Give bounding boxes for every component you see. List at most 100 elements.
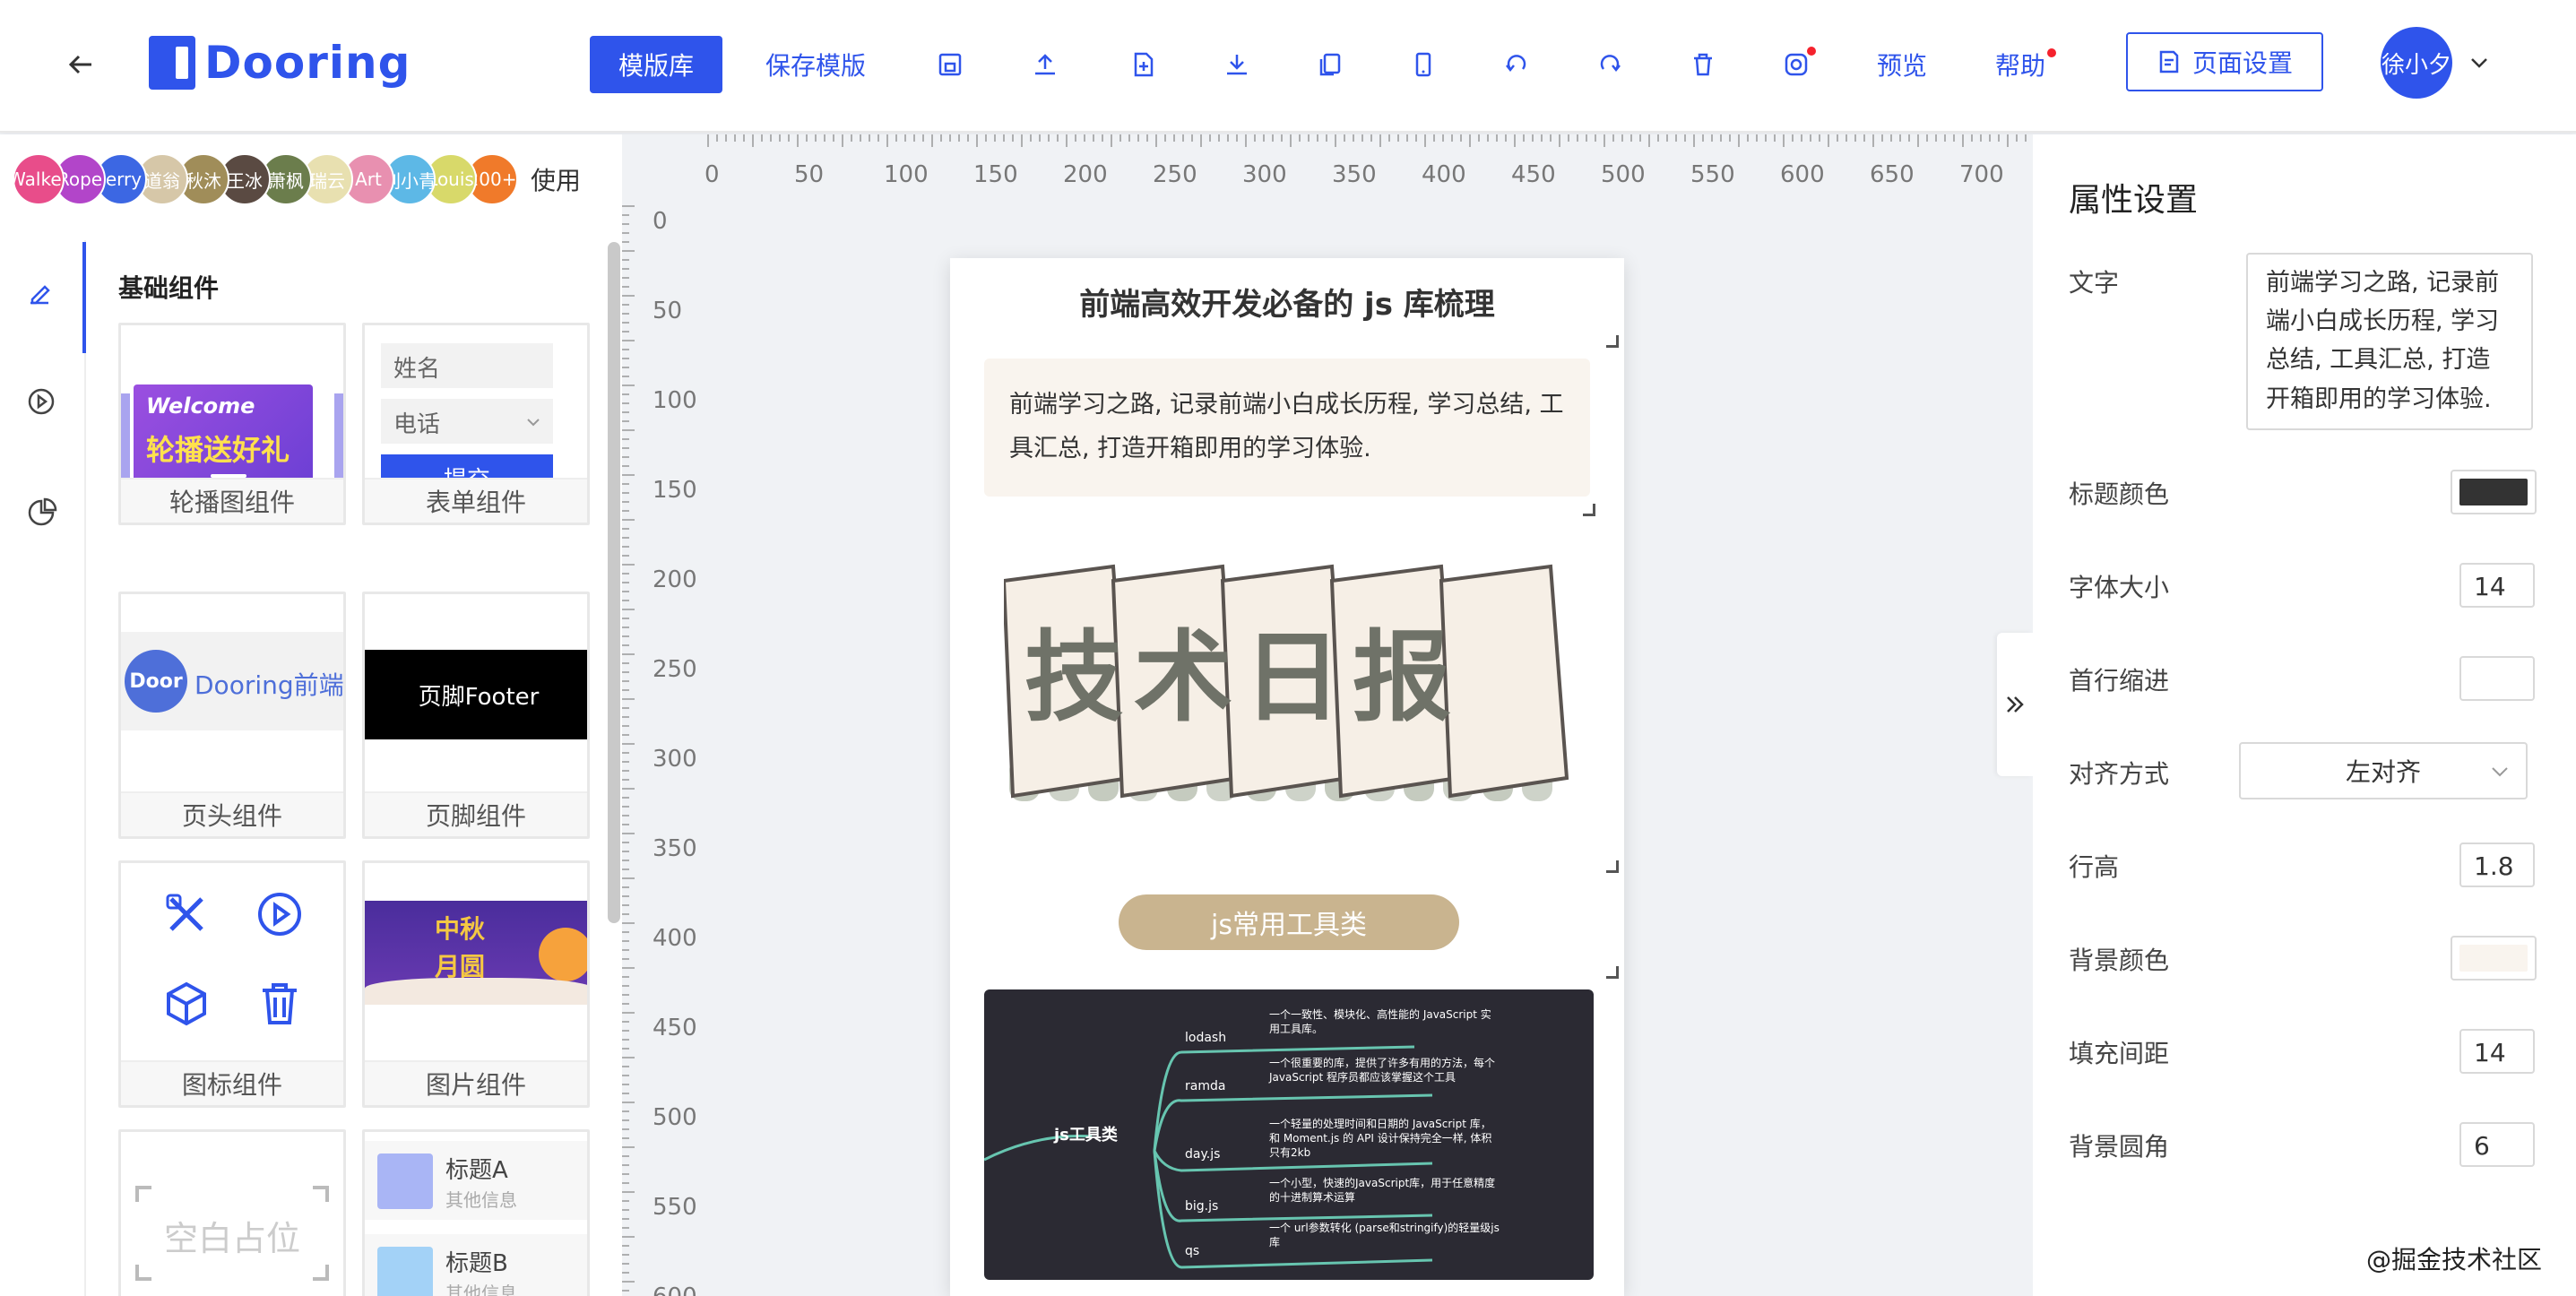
resize-handle[interactable] (1606, 966, 1619, 979)
back-button[interactable] (59, 43, 102, 86)
ruler-label: 200 (653, 566, 697, 593)
list-sub: 其他信息 (445, 1283, 517, 1296)
mindmap-node: lodash (1185, 1031, 1226, 1045)
mindmap-desc: 用工具库。 (1269, 1022, 1323, 1035)
resize-handle[interactable] (1606, 335, 1619, 348)
form-preview: 姓名 电话 提交 (365, 325, 587, 501)
user-avatar[interactable]: 徐小夕 (2381, 27, 2452, 99)
list-component-card[interactable]: 标题A 其他信息 标题B 其他信息 (362, 1129, 590, 1296)
icon-component-card[interactable]: 图标组件 (118, 860, 346, 1108)
ruler-label: 550 (653, 1194, 697, 1221)
list-preview: 标题A 其他信息 标题B 其他信息 (365, 1132, 587, 1296)
carousel-edge-right (334, 393, 343, 483)
card-label: 轮播图组件 (121, 478, 343, 523)
copy-icon[interactable] (1312, 47, 1348, 82)
align-label: 对齐方式 (2069, 759, 2170, 789)
mindmap-desc: 一个轻量的处理时间和日期的 JavaScript 库， (1269, 1117, 1491, 1130)
canvas-title[interactable]: 前端高效开发必备的 js 库梳理 (950, 280, 1624, 324)
save-icon[interactable] (932, 47, 968, 82)
tab-chart-components[interactable] (22, 493, 61, 532)
ruler-label: 250 (653, 656, 697, 683)
top-toolbar: Dooring 模版库 保存模版 预览 帮助 页面设置 徐小夕 (0, 0, 2576, 133)
list-thumb (377, 1153, 433, 1209)
form-field-phone-label: 电话 (393, 411, 441, 438)
placeholder-text: 空白占位 (163, 1219, 300, 1258)
title-color-picker[interactable] (2451, 470, 2537, 514)
text-input[interactable]: 前端学习之路, 记录前端小白成长历程, 学习总结, 工具汇总, 打造开箱即用的学… (2246, 253, 2533, 430)
resize-handle[interactable] (1606, 860, 1619, 873)
js-tools-mindmap[interactable]: js工具类 lodash 一个一致性、模块化、高性能的 JavaScript 实用… (983, 989, 1594, 1280)
chevron-down-icon (527, 419, 540, 427)
mobile-icon[interactable] (1405, 47, 1441, 82)
play-circle-icon (258, 893, 301, 936)
brush-icon (30, 285, 50, 305)
undo-icon[interactable] (1499, 47, 1534, 82)
canvas-text-block[interactable]: 前端学习之路, 记录前端小白成长历程, 学习总结, 工具汇总, 打造开箱即用的学… (984, 359, 1590, 497)
redo-icon[interactable] (1592, 47, 1628, 82)
ruler-label: 50 (653, 298, 683, 324)
preview-button[interactable]: 预览 (1877, 47, 1927, 82)
ruler-label: 150 (973, 161, 1018, 188)
carousel-banner: Welcome 轮播送好礼 (134, 384, 313, 492)
js-tools-tag-button[interactable]: js常用工具类 (1119, 894, 1459, 950)
ruler-label: 700 (1959, 161, 2004, 188)
editor-app: Dooring 模版库 保存模版 预览 帮助 页面设置 徐小夕 alke Rop… (0, 0, 2576, 1296)
tab-base-components[interactable] (22, 272, 61, 312)
font-size-input[interactable]: 14 (2459, 563, 2535, 608)
image-preview-text-1: 中秋 (435, 914, 486, 944)
download-icon[interactable] (1219, 47, 1255, 82)
form-component-card[interactable]: 姓名 电话 提交 表单组件 (362, 323, 590, 525)
user-avatar-small[interactable]: Walker (13, 153, 65, 205)
footer-component-card[interactable]: 页脚Footer 页脚组件 (362, 592, 590, 839)
ruler-label: 50 (794, 161, 825, 188)
carousel-edge-left (121, 393, 130, 483)
upload-icon[interactable] (1027, 47, 1063, 82)
tech-daily-banner[interactable]: 技术日报 (1004, 554, 1578, 823)
ruler-label: 150 (653, 477, 697, 504)
ruler-label: 650 (1870, 161, 1915, 188)
ruler-label: 0 (705, 161, 720, 188)
page-settings-icon (2159, 50, 2179, 73)
new-file-icon[interactable] (1126, 47, 1162, 82)
card-label: 图片组件 (365, 1060, 587, 1105)
user-menu-chevron[interactable] (2467, 50, 2492, 75)
carousel-main-text: 轮播送好礼 (146, 433, 290, 467)
page-settings-button[interactable]: 页面设置 (2126, 32, 2323, 91)
delete-icon[interactable] (1685, 47, 1721, 82)
title-color-label: 标题颜色 (2069, 480, 2170, 509)
help-label: 帮助 (1995, 51, 2046, 81)
ruler-label: 300 (1242, 161, 1287, 188)
component-list: 基础组件 Welcome 轮播送好礼 轮播图组件 姓名 电话 表单组件 Door… (86, 240, 604, 1296)
resize-handle[interactable] (1583, 504, 1595, 516)
carousel-component-card[interactable]: Welcome 轮播送好礼 轮播图组件 (118, 323, 346, 525)
collapse-panel-button[interactable] (1997, 633, 2033, 776)
ruler-label: 600 (1780, 161, 1825, 188)
padding-input[interactable]: 14 (2459, 1029, 2535, 1074)
left-tabs (0, 240, 86, 1296)
indent-input[interactable] (2459, 656, 2535, 701)
image-component-card[interactable]: 中秋 月圆 图片组件 (362, 860, 590, 1108)
mindmap-node: qs (1185, 1244, 1199, 1258)
align-select[interactable]: 左对齐 (2239, 742, 2528, 799)
radius-input[interactable]: 6 (2459, 1122, 2535, 1167)
template-library-button[interactable]: 模版库 (590, 36, 722, 93)
watermark: @掘金技术社区 (2366, 1245, 2543, 1274)
tab-media-components[interactable] (22, 382, 61, 421)
list-sub: 其他信息 (445, 1189, 517, 1211)
component-list-scrollbar[interactable] (608, 242, 620, 923)
help-button[interactable]: 帮助 (1995, 47, 2057, 82)
save-template-button[interactable]: 保存模版 (765, 47, 866, 82)
carousel-welcome: Welcome (146, 393, 255, 419)
ruler-label: 200 (1063, 161, 1108, 188)
ruler-label: 450 (1511, 161, 1556, 188)
line-height-input[interactable]: 1.8 (2459, 842, 2535, 887)
header-component-card[interactable]: Door Dooring前端 页头组件 (118, 592, 346, 839)
logo-icon (149, 36, 195, 90)
instagram-icon[interactable] (1778, 47, 1816, 82)
bg-color-picker[interactable] (2451, 936, 2537, 981)
card-label: 页头组件 (121, 791, 343, 836)
page-canvas: 前端高效开发必备的 js 库梳理 前端学习之路, 记录前端小白成长历程, 学习总… (950, 258, 1624, 1296)
corner-bl (135, 1265, 151, 1281)
placeholder-component-card[interactable]: 空白占位 (118, 1129, 346, 1296)
image-preview-picture: 中秋 月圆 (365, 901, 587, 1005)
